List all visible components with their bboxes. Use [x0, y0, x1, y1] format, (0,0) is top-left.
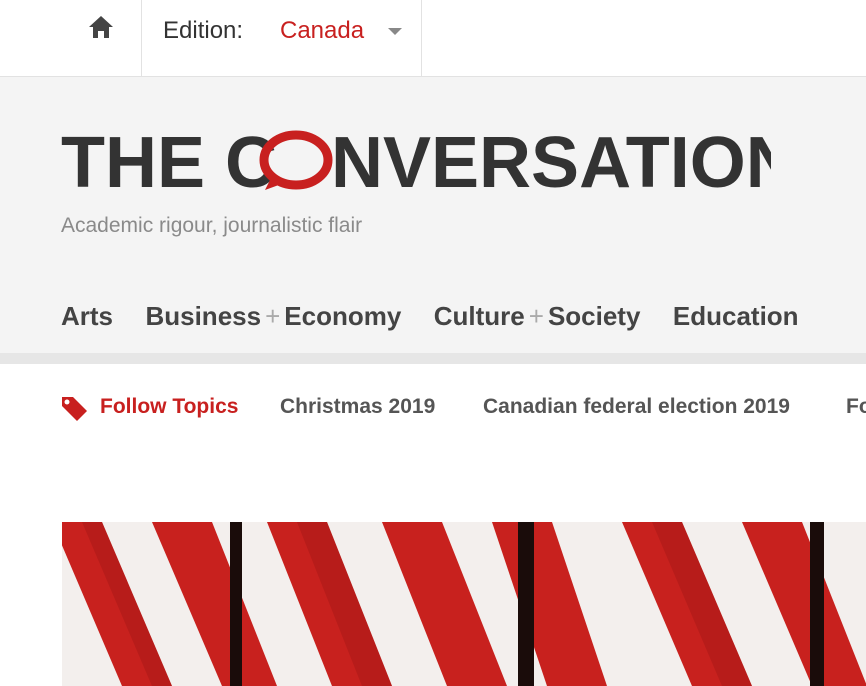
edition-label: Edition: — [163, 17, 244, 44]
candy-cane-stripes — [62, 522, 866, 686]
nav-label: Business — [145, 301, 262, 331]
plus-separator: + — [528, 301, 544, 331]
topic-link[interactable]: Fo — [846, 395, 866, 419]
logo-text-right: NVERSATION — [331, 127, 771, 197]
follow-topics-link[interactable]: Follow Topics — [100, 395, 238, 419]
nav-item-education[interactable]: Education — [673, 301, 799, 332]
nav-item-arts[interactable]: Arts — [61, 301, 113, 332]
logo-text-left: THE C — [61, 127, 277, 197]
nav-label: Arts — [61, 301, 114, 331]
tag-icon — [62, 397, 87, 421]
caret-down-icon[interactable] — [388, 28, 402, 35]
plus-separator: + — [265, 301, 281, 331]
edition-selector[interactable]: Edition: Canada — [142, 0, 422, 76]
hero-image[interactable] — [62, 522, 866, 686]
home-button[interactable] — [62, 0, 142, 76]
main-nav: Arts Business + Economy Culture + Society Ed… — [61, 301, 827, 332]
header-divider — [0, 353, 866, 364]
topics-bar: Follow Topics Christmas 2019 Canadian fe… — [0, 364, 866, 454]
site-header: THE C NVERSATION Academic rigour, journa… — [0, 77, 866, 353]
nav-item-culture-society[interactable]: Culture + Society — [434, 301, 641, 332]
nav-label: Culture — [433, 301, 525, 331]
nav-label: Economy — [284, 301, 402, 331]
tagline: Academic rigour, journalistic flair — [61, 214, 363, 237]
edition-value[interactable]: Canada — [280, 17, 364, 45]
topic-link[interactable]: Canadian federal election 2019 — [483, 395, 790, 419]
nav-label: Education — [672, 301, 799, 331]
site-logo[interactable]: THE C NVERSATION — [61, 127, 771, 197]
home-icon — [89, 16, 113, 38]
topic-link[interactable]: Christmas 2019 — [280, 395, 435, 419]
nav-item-business-economy[interactable]: Business + Economy — [145, 301, 401, 332]
nav-label: Society — [547, 301, 641, 331]
top-bar: Edition: Canada — [0, 0, 866, 77]
